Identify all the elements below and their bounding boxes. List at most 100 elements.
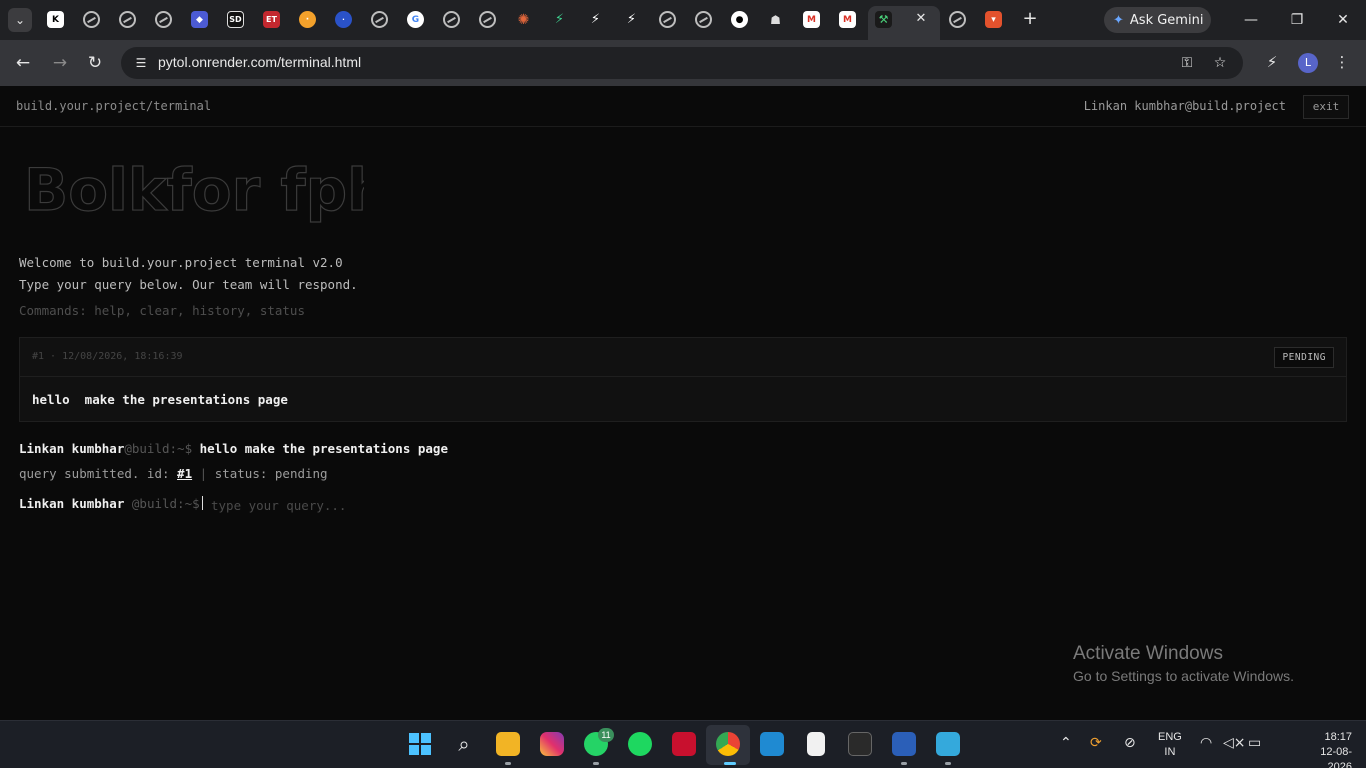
welcome-text: Welcome to build.your.project terminal v… [19, 255, 343, 270]
search-icon[interactable]: ⌕ [452, 732, 476, 756]
ask-gemini-button[interactable]: ✦ Ask Gemini [1104, 7, 1211, 33]
whatsapp-badge: 11 [598, 728, 614, 742]
reload-icon[interactable]: ↻ [84, 52, 106, 74]
query-meta: #1 · 12/08/2026, 18:16:39 [32, 351, 183, 362]
commands-hint: Commands: help, clear, history, status [19, 303, 305, 318]
lang-top: ENG [1158, 731, 1182, 743]
clock-date: 12-08-2026 [1320, 746, 1352, 768]
start-icon[interactable] [408, 732, 432, 756]
site-info-icon[interactable]: ☰ [133, 55, 149, 71]
tray-chevron-icon[interactable]: ⌃ [1060, 735, 1072, 751]
bookmark-star-icon[interactable]: ☆ [1212, 55, 1228, 71]
file-icon[interactable] [807, 732, 825, 756]
submitted-prefix: query submitted. id: [19, 466, 178, 481]
running-indicator [505, 762, 511, 765]
tab-bolt-icon[interactable]: ⚡ [587, 11, 604, 28]
battery-icon[interactable]: ▭ [1248, 735, 1261, 751]
tab-gmail-icon[interactable]: M [839, 11, 856, 28]
sync-icon[interactable]: ⟳ [1090, 735, 1102, 751]
tab-globe-icon[interactable] [443, 11, 460, 28]
active-prompt: Linkan kumbhar @build:~$ [19, 496, 203, 511]
volume-muted-icon[interactable]: ◁× [1223, 735, 1246, 751]
wifi-icon[interactable]: ◠ [1200, 735, 1212, 751]
tab-k-favicon-icon[interactable]: K [47, 11, 64, 28]
tab-brave-icon[interactable]: ▾ [985, 11, 1002, 28]
gemini-star-icon: ✦ [1113, 12, 1124, 28]
text-cursor [201, 496, 203, 510]
tab-globe-icon[interactable] [83, 11, 100, 28]
address-bar[interactable]: ☰ pytol.onrender.com/terminal.html ⚿ ☆ [121, 47, 1243, 79]
lang-bottom: IN [1164, 746, 1176, 758]
chrome-icon[interactable] [716, 732, 740, 756]
tab-gmail-icon[interactable]: M [803, 11, 820, 28]
new-tab-icon[interactable]: + [1020, 9, 1040, 29]
activate-windows-title: Activate Windows [1073, 643, 1223, 664]
file-explorer-icon[interactable] [496, 732, 520, 756]
restore-icon[interactable]: ❐ [1287, 10, 1307, 30]
running-indicator [901, 762, 907, 765]
clock-time: 18:17 [1324, 731, 1352, 743]
tab-globe-icon[interactable] [155, 11, 172, 28]
running-indicator [945, 762, 951, 765]
query-body: hello make the presentations page [32, 392, 288, 407]
page-header: build.your.project/terminal Linkan kumbh… [0, 86, 1366, 127]
prompt-host: @build:~$ [124, 441, 193, 456]
tab-blue-favicon-icon[interactable]: · [335, 11, 352, 28]
app-red-icon[interactable] [672, 732, 696, 756]
tab-terminal-favicon-icon[interactable]: ⚒ [875, 11, 892, 28]
breadcrumb[interactable]: build.your.project/terminal [16, 99, 211, 113]
tab-github-icon[interactable]: ● [731, 11, 748, 28]
window-close-icon[interactable]: ✕ [1333, 10, 1353, 30]
tab-bolt-icon[interactable]: ⚡ [623, 11, 640, 28]
minimize-icon[interactable]: — [1241, 10, 1261, 30]
ascii-banner: Bolkfor fphn [24, 155, 364, 224]
browser-tab-strip: ⌄ K ◆ SD ET · · G ✺ ⚡ ⚡ ⚡ ● ☗ M M ⚒ ✕ ▾ … [0, 0, 1366, 40]
submitted-line: query submitted. id: #1 | status: pendin… [19, 466, 328, 481]
tab-globe-icon[interactable] [659, 11, 676, 28]
tab-search-chevron-icon[interactable]: ⌄ [8, 8, 32, 32]
browser-toolbar: ← → ↻ ☰ pytol.onrender.com/terminal.html… [0, 40, 1366, 86]
terminal-icon[interactable] [848, 732, 872, 756]
profile-avatar[interactable]: L [1298, 53, 1318, 73]
tab-google-icon[interactable]: G [407, 11, 424, 28]
tab-sd-favicon-icon[interactable]: SD [227, 11, 244, 28]
instagram-icon[interactable] [540, 732, 564, 756]
query-card-header: #1 · 12/08/2026, 18:16:39 PENDING [20, 338, 1346, 377]
powershell-icon[interactable] [892, 732, 916, 756]
system-clock[interactable]: 18:17 12-08-2026 [1308, 730, 1352, 768]
tab-globe-icon[interactable] [695, 11, 712, 28]
url-text[interactable]: pytol.onrender.com/terminal.html [158, 54, 361, 70]
tab-globe-icon[interactable] [119, 11, 136, 28]
exit-button[interactable]: exit [1303, 95, 1349, 119]
tab-globe-icon[interactable] [371, 11, 388, 28]
tab-orange-favicon-icon[interactable]: · [299, 11, 316, 28]
notepad-icon[interactable] [936, 732, 960, 756]
extensions-icon[interactable]: ⚡ [1262, 52, 1282, 72]
language-indicator[interactable]: ENG IN [1158, 730, 1182, 760]
prompt-host: @build:~$ [131, 496, 200, 511]
ask-gemini-label: Ask Gemini [1129, 12, 1204, 28]
tab-supabase-icon[interactable]: ⚡ [551, 11, 568, 28]
tab-et-favicon-icon[interactable]: ET [263, 11, 280, 28]
tab-globe-icon[interactable] [949, 11, 966, 28]
status-badge: PENDING [1274, 347, 1334, 368]
tab-globe-icon[interactable] [479, 11, 496, 28]
tab-robot-icon[interactable]: ☗ [767, 11, 784, 28]
query-id-link[interactable]: #1 [177, 466, 192, 481]
spotify-icon[interactable] [628, 732, 652, 756]
tab-close-icon[interactable]: ✕ [913, 11, 929, 27]
camera-off-icon[interactable]: ⊘ [1124, 735, 1136, 751]
tab-claude-icon[interactable]: ✺ [515, 11, 532, 28]
forward-icon[interactable]: → [49, 52, 71, 74]
browser-menu-icon[interactable]: ⋮ [1334, 52, 1350, 72]
vscode-icon[interactable] [760, 732, 784, 756]
instructions-text: Type your query below. Our team will res… [19, 277, 358, 292]
back-icon[interactable]: ← [12, 52, 34, 74]
user-email: Linkan kumbhar@build.project [1083, 99, 1286, 113]
tab-app-favicon-icon[interactable]: ◆ [191, 11, 208, 28]
terminal-page: build.your.project/terminal Linkan kumbh… [0, 86, 1366, 720]
query-input[interactable] [211, 496, 611, 514]
prompt-user: Linkan kumbhar [19, 441, 125, 456]
password-key-icon[interactable]: ⚿ [1179, 55, 1195, 71]
activate-windows-subtitle: Go to Settings to activate Windows. [1073, 668, 1294, 684]
